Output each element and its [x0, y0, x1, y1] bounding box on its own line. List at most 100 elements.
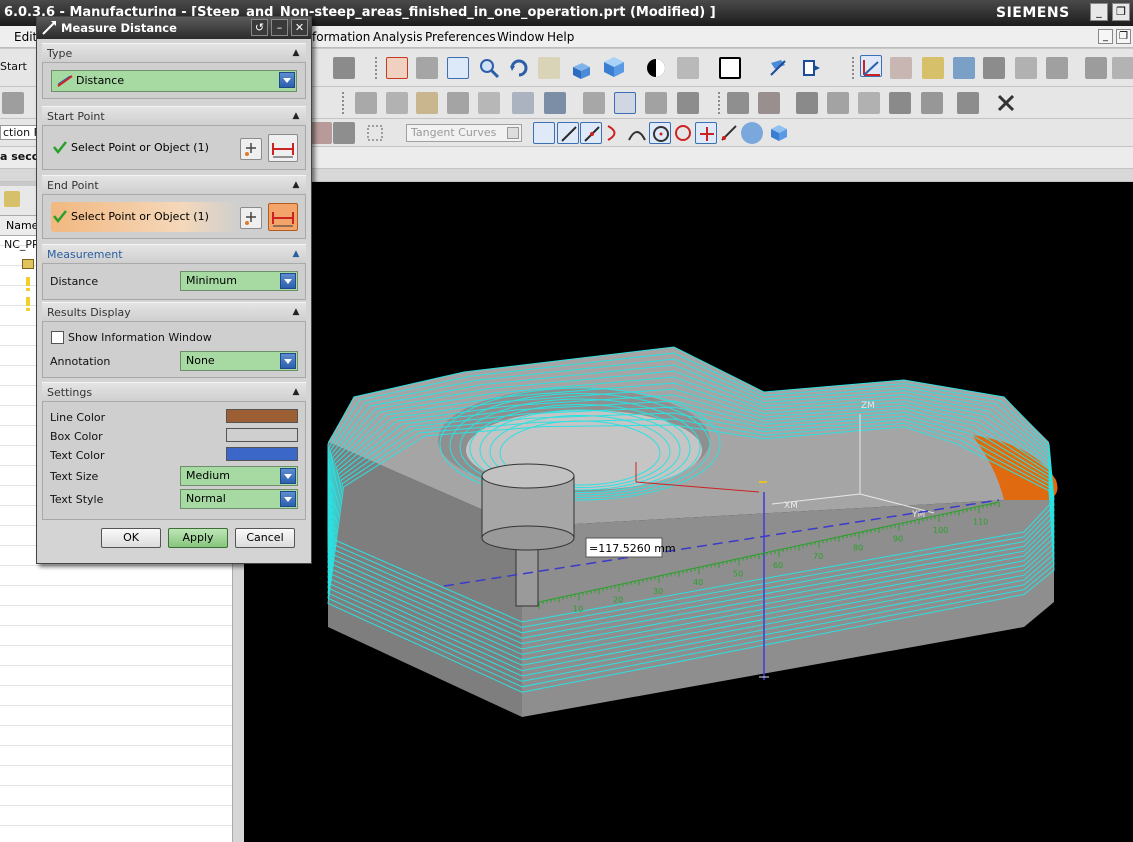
lasso-icon[interactable] — [333, 122, 355, 144]
collapse-icon[interactable]: ▲ — [289, 109, 303, 123]
background-color-icon[interactable] — [719, 57, 741, 79]
ruler-icon[interactable] — [1085, 57, 1107, 79]
annotation-dropdown[interactable]: None — [180, 351, 298, 371]
snap-arc-center-icon[interactable] — [649, 122, 671, 144]
shaded-box-icon[interactable] — [602, 55, 624, 77]
display-mode-icon[interactable] — [645, 57, 667, 79]
feedrate-icon[interactable] — [614, 92, 636, 114]
shop-doc-icon[interactable] — [544, 92, 566, 114]
layer-icon[interactable] — [889, 92, 911, 114]
fit-icon[interactable] — [386, 57, 408, 79]
section-header-start-point[interactable]: Start Point ▲ — [42, 106, 306, 126]
edge-display-icon[interactable] — [677, 57, 699, 79]
snap-endpoint-icon[interactable] — [557, 122, 579, 144]
ok-button[interactable]: OK — [101, 528, 161, 548]
doc-restore-icon[interactable]: ❐ — [1116, 29, 1131, 44]
select-icon[interactable] — [310, 122, 332, 144]
doc-minimize-icon[interactable]: _ — [1098, 29, 1113, 44]
method-icon[interactable] — [1015, 57, 1037, 79]
create-program-icon[interactable] — [2, 92, 24, 114]
close-tool-icon[interactable] — [995, 92, 1017, 114]
analysis-icon[interactable] — [333, 57, 355, 79]
generate-path-icon[interactable] — [355, 92, 377, 114]
geometry-icon[interactable] — [983, 57, 1005, 79]
zoom-icon[interactable] — [447, 57, 469, 79]
collapse-icon[interactable]: ▲ — [289, 247, 303, 261]
navigator-tool-icon[interactable] — [4, 191, 20, 207]
menu-information[interactable]: formation — [312, 30, 370, 44]
menu-window[interactable]: Window — [497, 30, 544, 44]
snap-control-point-icon[interactable] — [603, 122, 625, 144]
section-header-results-display[interactable]: Results Display ▲ — [42, 302, 306, 322]
collapse-icon[interactable]: ▲ — [289, 305, 303, 319]
cancel-button[interactable]: Cancel — [235, 528, 295, 548]
graphics-viewport[interactable]: ZM XM YM 10 20 30 40 50 60 70 80 90 100 110 =117.5… — [244, 182, 1133, 842]
edit-path-icon[interactable] — [645, 92, 667, 114]
zoom-in-icon[interactable] — [478, 57, 500, 79]
part-model[interactable]: ZM XM YM 102030405060708090100110 =117.5… — [244, 182, 1133, 842]
collapse-icon[interactable]: ▲ — [289, 46, 303, 60]
start-point-pick-button[interactable] — [268, 134, 298, 162]
box-icon[interactable] — [570, 59, 592, 81]
section-header-end-point[interactable]: End Point ▲ — [42, 175, 306, 195]
box-color-swatch[interactable] — [226, 428, 298, 442]
text-style-dropdown[interactable]: Normal — [180, 489, 298, 509]
object-icon[interactable] — [957, 92, 979, 114]
rotate-icon[interactable] — [508, 57, 530, 79]
move-icon[interactable] — [921, 92, 943, 114]
text-size-dropdown[interactable]: Medium — [180, 466, 298, 486]
rectangle-select-icon[interactable] — [364, 122, 386, 144]
section-header-settings[interactable]: Settings ▲ — [42, 382, 306, 402]
point-dialog-button[interactable] — [240, 207, 262, 229]
type-dropdown[interactable]: Distance — [51, 70, 297, 92]
output-cls-icon[interactable] — [583, 92, 605, 114]
collapse-icon[interactable]: ▲ — [289, 385, 303, 399]
tool-icon[interactable] — [922, 57, 944, 79]
snap-wcs-icon[interactable] — [860, 55, 882, 77]
verify-path-icon[interactable] — [447, 92, 469, 114]
snap-point-on-surface-icon[interactable] — [718, 122, 740, 144]
line-color-swatch[interactable] — [226, 409, 298, 423]
text-color-swatch[interactable] — [226, 447, 298, 461]
snap-quadrant-icon[interactable] — [672, 122, 694, 144]
menu-preferences[interactable]: Preferences — [425, 30, 496, 44]
list-path-icon[interactable] — [416, 92, 438, 114]
wcs-rotate-icon[interactable] — [800, 57, 822, 79]
show-info-window-checkbox[interactable] — [51, 331, 64, 344]
snap-existing-point-icon[interactable] — [533, 122, 555, 144]
start-point-selector[interactable]: Select Point or Object (1) — [51, 133, 231, 163]
delete-path-icon[interactable] — [677, 92, 699, 114]
snap-3d-icon[interactable] — [768, 122, 790, 144]
csys-icon[interactable] — [890, 57, 912, 79]
section-header-type[interactable]: Type ▲ — [42, 43, 306, 63]
simulate-icon[interactable] — [478, 92, 500, 114]
operation-icon[interactable] — [1046, 57, 1068, 79]
path-verify-icon[interactable] — [953, 57, 975, 79]
navigator-root-item[interactable]: NC_PR — [4, 238, 40, 251]
end-point-selector[interactable]: Select Point or Object (1) — [51, 202, 239, 232]
snap-point-on-curve-icon[interactable] — [695, 122, 717, 144]
snap-midpoint-icon[interactable] — [580, 122, 602, 144]
reset-icon[interactable]: ↺ — [251, 19, 268, 36]
ipw-icon[interactable] — [758, 92, 780, 114]
blank-icon[interactable] — [796, 92, 818, 114]
close-icon[interactable]: ✕ — [291, 19, 308, 36]
curve-rule-dropdown[interactable]: Tangent Curves — [406, 124, 522, 142]
section-header-measurement[interactable]: Measurement ▲ — [42, 244, 306, 264]
minimize-icon[interactable]: _ — [1090, 3, 1108, 21]
end-point-pick-button[interactable] — [268, 203, 298, 231]
collapse-icon[interactable]: ▲ — [289, 178, 303, 192]
distance-dropdown[interactable]: Minimum — [180, 271, 298, 291]
snap-bounded-grid-icon[interactable] — [741, 122, 763, 144]
menu-help[interactable]: Help — [547, 30, 574, 44]
menu-analysis[interactable]: Analysis — [373, 30, 422, 44]
snap-intersection-icon[interactable] — [626, 122, 648, 144]
more-tools-icon[interactable] — [1112, 57, 1133, 79]
post-process-icon[interactable] — [512, 92, 534, 114]
apply-button[interactable]: Apply — [168, 528, 228, 548]
point-dialog-button[interactable] — [240, 138, 262, 160]
replay-path-icon[interactable] — [386, 92, 408, 114]
restore-icon[interactable]: ❐ — [1112, 3, 1130, 21]
menu-edit[interactable]: Edit — [14, 30, 37, 44]
wcs-origin-icon[interactable] — [767, 57, 789, 79]
